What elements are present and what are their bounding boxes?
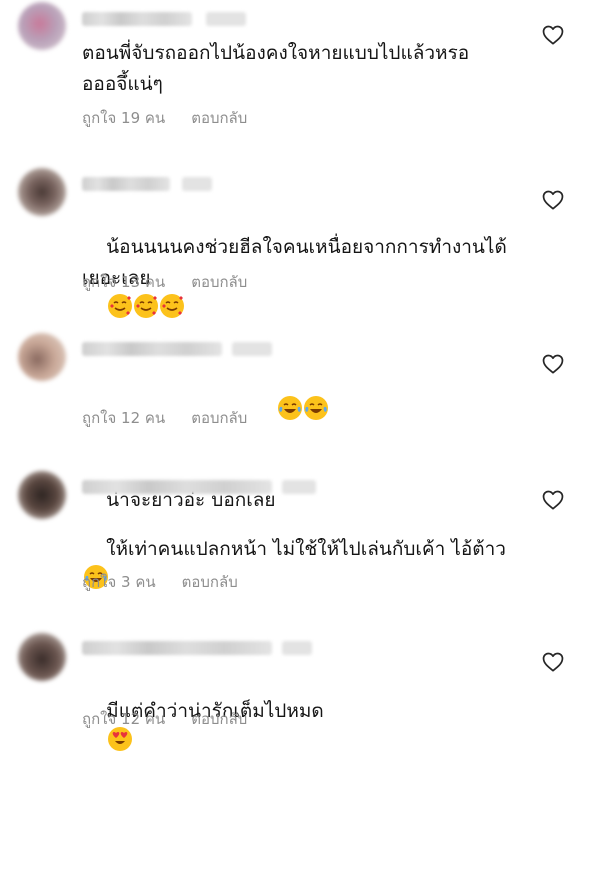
comment-meta: ถูกใจ 19 คน ตอบกลับ: [82, 106, 247, 130]
comment-text: ตอนพี่จับรถออกไปน้องคงใจหายแบบไปแล้วหรอ …: [82, 42, 470, 95]
comment-text: มีแต่คำว่าน่ารักเต็มไปหมด: [82, 665, 522, 878]
username-blurred[interactable]: [82, 641, 312, 655]
avatar[interactable]: [18, 471, 66, 519]
comment-meta: ถูกใจ 12 คน ตอบกลับ: [82, 406, 247, 430]
like-count[interactable]: ถูกใจ 3 คน: [82, 573, 156, 591]
like-heart-icon[interactable]: [542, 25, 564, 45]
avatar[interactable]: [18, 2, 66, 50]
smiling-face-with-hearts-emoji: [134, 294, 159, 318]
username-blurred[interactable]: [82, 177, 212, 191]
comment-text-content: ให้เท่าคนแปลกหน้า ไม่ใช้ให้ไปเล่นกับเค้า…: [106, 538, 506, 560]
comment-meta: ถูกใจ 12 คน ตอบกลับ: [82, 707, 247, 731]
like-count[interactable]: ถูกใจ 12 คน: [82, 710, 165, 728]
tears-of-joy-emoji: [277, 396, 302, 420]
smiling-face-with-hearts-emoji: [160, 294, 185, 318]
smiling-face-with-hearts-emoji: [108, 294, 133, 318]
username-blurred[interactable]: [82, 480, 316, 494]
reply-button[interactable]: ตอบกลับ: [191, 109, 247, 127]
like-count[interactable]: ถูกใจ 19 คน: [82, 109, 165, 127]
comment-meta: ถูกใจ 3 คน ตอบกลับ: [82, 570, 238, 594]
username-blurred[interactable]: [82, 342, 272, 356]
comment-meta: ถูกใจ 13 คน ตอบกลับ: [82, 270, 247, 294]
like-heart-icon[interactable]: [542, 190, 564, 210]
reply-button[interactable]: ตอบกลับ: [182, 573, 238, 591]
reply-button[interactable]: ตอบกลับ: [191, 710, 247, 728]
reply-button[interactable]: ตอบกลับ: [191, 409, 247, 427]
like-heart-icon[interactable]: [542, 354, 564, 374]
avatar[interactable]: [18, 168, 66, 216]
tears-of-joy-emoji: [303, 396, 328, 420]
avatar[interactable]: [18, 633, 66, 681]
avatar[interactable]: [18, 333, 66, 381]
like-count[interactable]: ถูกใจ 12 คน: [82, 409, 165, 427]
reply-button[interactable]: ตอบกลับ: [191, 273, 247, 291]
like-heart-icon[interactable]: [542, 490, 564, 510]
like-count[interactable]: ถูกใจ 13 คน: [82, 273, 165, 291]
username-blurred[interactable]: [82, 12, 246, 26]
like-heart-icon[interactable]: [542, 652, 564, 672]
